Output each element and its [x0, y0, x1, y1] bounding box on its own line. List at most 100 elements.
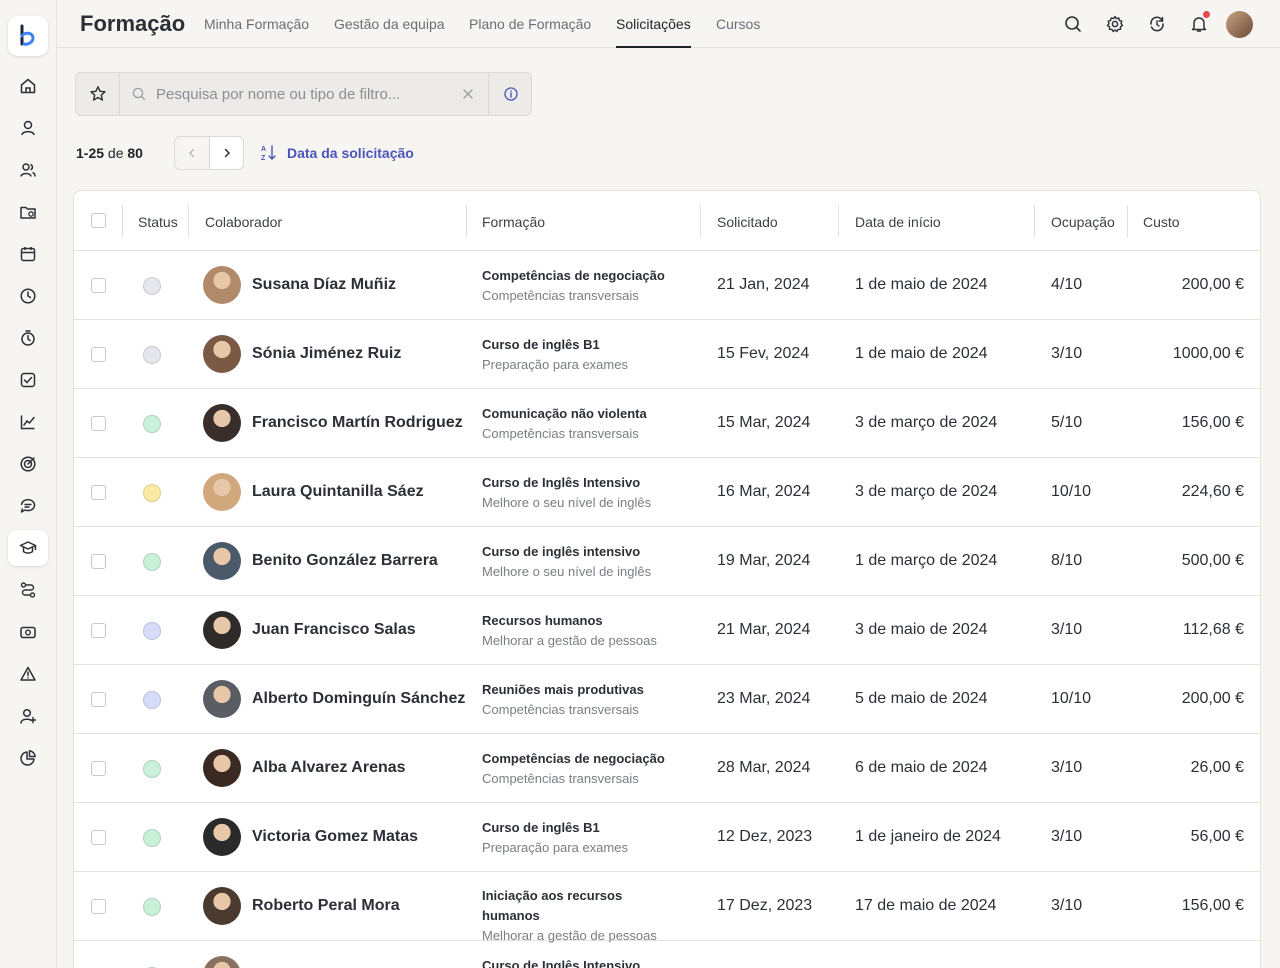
graduation-cap-icon[interactable] — [8, 530, 48, 566]
tab-cursos[interactable]: Cursos — [716, 16, 760, 48]
header-cost[interactable]: Custo — [1143, 214, 1180, 230]
target-icon[interactable] — [8, 446, 48, 482]
employee-name[interactable]: Roberto Peral Mora — [252, 897, 400, 915]
employee-name[interactable]: Laura Quintanilla Sáez — [252, 483, 424, 501]
table-row[interactable]: Laura Quintanilla Sáez Curso de Inglês In… — [74, 458, 1260, 527]
gear-icon[interactable] — [1103, 12, 1127, 36]
user-plus-icon[interactable] — [8, 698, 48, 734]
requested-date: 12 Dez, 2023 — [717, 828, 813, 845]
search-bar — [75, 72, 532, 116]
header-training[interactable]: Formação — [482, 214, 545, 230]
training-title: Competências de negociação — [482, 751, 665, 766]
row-checkbox[interactable] — [91, 761, 106, 776]
alert-icon[interactable] — [8, 656, 48, 692]
select-all-checkbox[interactable] — [91, 213, 106, 228]
chart-icon[interactable] — [8, 404, 48, 440]
avatar — [203, 404, 241, 442]
training-cell: Comunicação não violenta Competências tra… — [482, 404, 682, 444]
occupancy: 3/10 — [1051, 345, 1083, 362]
prev-page-button[interactable] — [175, 137, 209, 169]
table-row[interactable]: Sónia Jiménez Ruiz Curso de inglês B1 Prep… — [74, 320, 1260, 389]
home-icon[interactable] — [8, 68, 48, 104]
row-checkbox[interactable] — [91, 623, 106, 638]
training-category: Preparação para exames — [482, 357, 628, 372]
table-row[interactable]: Benito González Barrera Curso de inglês i… — [74, 527, 1260, 596]
requests-table: Status Colaborador Formação Solicitado D… — [73, 190, 1261, 968]
header-start-date[interactable]: Data de início — [855, 214, 941, 230]
pie-chart-icon[interactable] — [8, 740, 48, 776]
training-cell: Curso de Inglês Intensivo — [482, 956, 682, 968]
chat-icon[interactable] — [8, 488, 48, 524]
row-checkbox[interactable] — [91, 830, 106, 845]
star-icon[interactable] — [76, 73, 120, 115]
training-cell: Curso de inglês B1 Preparação para exames — [482, 818, 682, 858]
header-divider — [838, 205, 839, 237]
refresh-chat-icon[interactable] — [1145, 12, 1169, 36]
info-icon[interactable] — [488, 73, 532, 115]
calendar-icon[interactable] — [8, 236, 48, 272]
requested-date: 21 Jan, 2024 — [717, 276, 810, 293]
employee-name[interactable]: Juan Francisco Salas — [252, 621, 416, 639]
money-icon[interactable] — [8, 614, 48, 650]
start-date: 1 de maio de 2024 — [855, 345, 988, 362]
requested-date: 16 Mar, 2024 — [717, 483, 811, 500]
table-row[interactable]: Susana Díaz Muñiz Competências de negocia… — [74, 251, 1260, 320]
employee-name[interactable]: Francisco Martín Rodriguez — [252, 414, 463, 432]
bell-icon[interactable] — [1187, 11, 1211, 36]
header-occupancy[interactable]: Ocupação — [1051, 214, 1115, 230]
table-row[interactable]: Alba Alvarez Arenas Competências de negoc… — [74, 734, 1260, 803]
search-input[interactable] — [156, 84, 446, 104]
clock-icon[interactable] — [8, 278, 48, 314]
search-icon[interactable] — [1061, 12, 1085, 36]
employee-name[interactable]: Benito González Barrera — [252, 552, 438, 570]
tab-plano-formacao[interactable]: Plano de Formação — [469, 16, 591, 48]
search-lens-icon — [132, 87, 146, 106]
row-checkbox[interactable] — [91, 899, 106, 914]
row-checkbox[interactable] — [91, 554, 106, 569]
sort-button[interactable]: A Z Data da solicitação — [261, 144, 414, 162]
user-icon[interactable] — [8, 110, 48, 146]
table-header: Status Colaborador Formação Solicitado D… — [74, 191, 1260, 251]
row-checkbox[interactable] — [91, 416, 106, 431]
route-icon[interactable] — [8, 572, 48, 608]
requested-date: 15 Mar, 2024 — [717, 414, 811, 431]
status-indicator — [143, 898, 161, 916]
table-row[interactable]: Francisco Martín Rodriguez Comunicação nã… — [74, 389, 1260, 458]
row-checkbox[interactable] — [91, 692, 106, 707]
tab-gestao-equipa[interactable]: Gestão da equipa — [334, 16, 445, 48]
header-status[interactable]: Status — [138, 214, 178, 230]
employee-name[interactable]: Victoria Gomez Matas — [252, 828, 418, 846]
clear-icon[interactable] — [462, 87, 474, 105]
training-cell: Curso de inglês B1 Preparação para exames — [482, 335, 682, 375]
table-row[interactable]: Roberto Peral Mora Iniciação aos recursos… — [74, 872, 1260, 943]
cost: 156,00 € — [1181, 897, 1244, 914]
row-checkbox[interactable] — [91, 485, 106, 500]
tab-minha-formacao[interactable]: Minha Formação — [204, 16, 309, 48]
table-row[interactable]: Alberto Dominguín Sánchez Reuniões mais p… — [74, 665, 1260, 734]
folder-icon[interactable] — [8, 194, 48, 230]
employee-name[interactable]: Susana Díaz Muñiz — [252, 276, 396, 294]
users-icon[interactable] — [8, 152, 48, 188]
tab-solicitacoes[interactable]: Solicitações — [616, 16, 691, 48]
cost: 224,60 € — [1181, 483, 1244, 500]
table-row[interactable]: Curso de Inglês Intensivo — [74, 941, 1260, 968]
occupancy: 4/10 — [1051, 276, 1083, 293]
row-checkbox[interactable] — [91, 347, 106, 362]
header-employee[interactable]: Colaborador — [205, 214, 282, 230]
table-row[interactable]: Victoria Gomez Matas Curso de inglês B1 Pr… — [74, 803, 1260, 872]
avatar — [203, 956, 241, 968]
next-page-button[interactable] — [209, 137, 243, 169]
header-requested[interactable]: Solicitado — [717, 214, 778, 230]
topbar: Formação Minha Formação Gestão da equipa… — [57, 0, 1280, 48]
employee-name[interactable]: Sónia Jiménez Ruiz — [252, 345, 401, 363]
user-avatar[interactable] — [1226, 11, 1253, 38]
employee-name[interactable]: Alba Alvarez Arenas — [252, 759, 406, 777]
brand-logo[interactable] — [8, 16, 48, 56]
row-checkbox[interactable] — [91, 278, 106, 293]
occupancy: 5/10 — [1051, 414, 1083, 431]
employee-name[interactable]: Alberto Dominguín Sánchez — [252, 690, 465, 708]
check-square-icon[interactable] — [8, 362, 48, 398]
timer-icon[interactable] — [8, 320, 48, 356]
training-title: Curso de inglês B1 — [482, 337, 600, 352]
table-row[interactable]: Juan Francisco Salas Recursos humanos Melh… — [74, 596, 1260, 665]
